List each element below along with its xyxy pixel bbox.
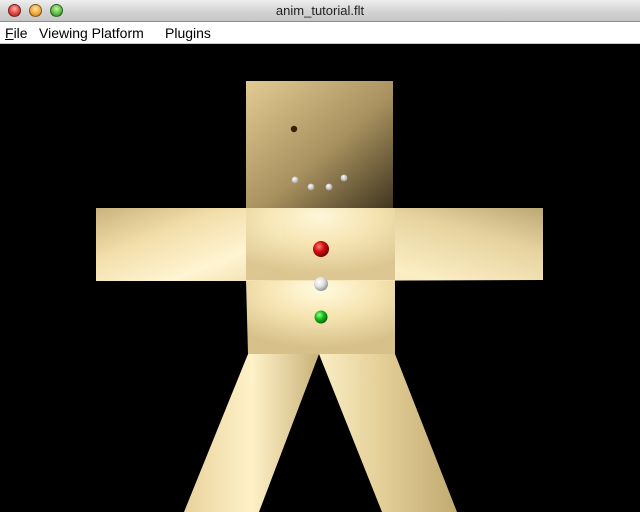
- window-title: anim_tutorial.flt: [275, 3, 365, 18]
- title-bar[interactable]: anim_tutorial.flt: [0, 0, 640, 22]
- left-leg: [184, 354, 319, 512]
- scene-canvas[interactable]: [0, 44, 640, 512]
- mouth-bead: [340, 174, 348, 182]
- app-window: anim_tutorial.flt File Viewing Platform …: [0, 0, 640, 512]
- red-button[interactable]: [313, 241, 329, 257]
- menu-bar: File Viewing Platform Plugins: [0, 22, 640, 44]
- menu-file-mnemonic: F: [5, 25, 14, 41]
- menu-file-label-rest: ile: [13, 25, 28, 41]
- mouth-bead: [291, 176, 299, 184]
- white-button[interactable]: [314, 277, 328, 291]
- eye: [290, 125, 298, 133]
- right-leg: [319, 354, 457, 512]
- menu-file[interactable]: File: [5, 25, 28, 42]
- mouth-bead: [325, 183, 333, 191]
- menu-plugins[interactable]: Plugins: [165, 25, 211, 42]
- head: [246, 81, 393, 208]
- 3d-viewport[interactable]: [0, 44, 640, 512]
- green-button[interactable]: [314, 310, 328, 324]
- menu-viewing-platform[interactable]: Viewing Platform: [39, 25, 144, 42]
- mouth-bead: [307, 183, 315, 191]
